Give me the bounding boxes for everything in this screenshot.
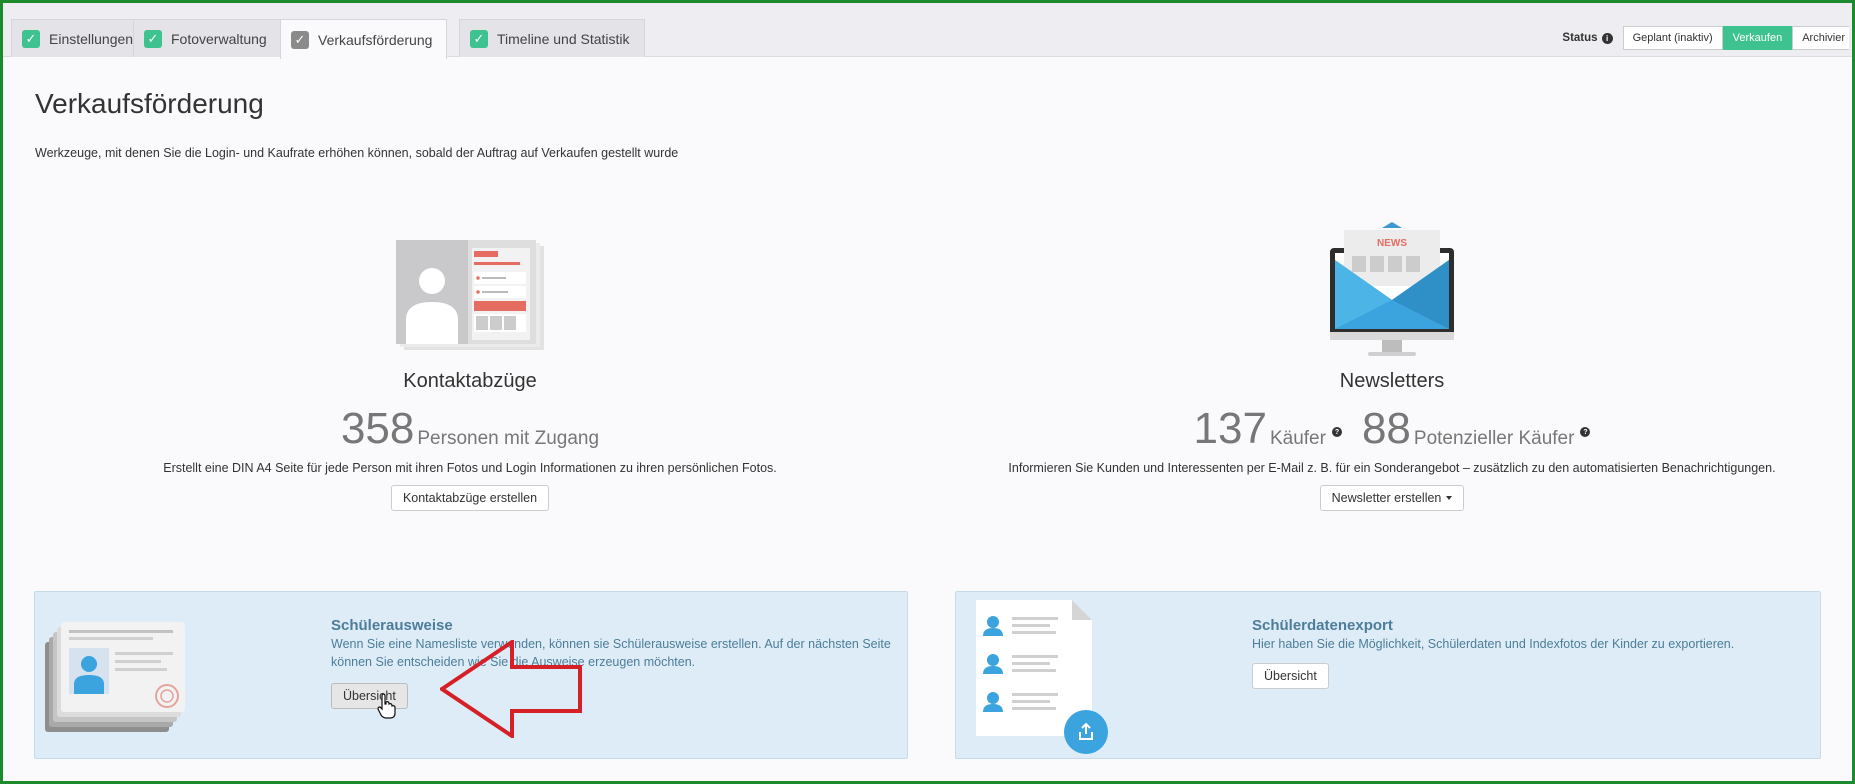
- tab-einstellungen[interactable]: ✓ Einstellungen: [11, 19, 149, 57]
- tab-bar: ✓ Einstellungen ✓ Fotoverwaltung ✓ Verka…: [3, 3, 1852, 59]
- kontaktabzuege-section: Kontaktabzüge 358 Personen mit Zugang Er…: [140, 370, 800, 511]
- newsletter-section: Newsletters 137 Käufer ? 88 Potenzieller…: [992, 370, 1792, 511]
- persons-label: Personen mit Zugang: [417, 428, 600, 449]
- tab-label: Timeline und Statistik: [497, 30, 630, 47]
- check-icon: ✓: [144, 29, 162, 48]
- tab-timeline-statistik[interactable]: ✓ Timeline und Statistik: [459, 19, 645, 57]
- schuelerdatenexport-text: Hier haben Sie die Möglichkeit, Schülerd…: [1252, 637, 1735, 651]
- check-icon: ✓: [22, 29, 40, 48]
- newsletter-monitor-illustration: NEWS: [1330, 222, 1454, 356]
- tab-label: Fotoverwaltung: [171, 30, 267, 47]
- id-cards-illustration: [45, 622, 185, 732]
- schuelerdatenexport-panel: Schülerdatenexport Hier haben Sie die Mö…: [955, 591, 1821, 759]
- page-title: Verkaufsförderung: [35, 88, 264, 119]
- share-icon[interactable]: [1064, 710, 1108, 754]
- tab-label: Verkaufsförderung: [318, 31, 433, 48]
- arrow-annotation: [440, 640, 582, 738]
- potential-count: 88: [1361, 404, 1411, 453]
- info-icon[interactable]: i: [1601, 32, 1613, 44]
- check-icon: ✓: [470, 29, 488, 48]
- status-verkaufen-button[interactable]: Verkaufen: [1722, 26, 1793, 50]
- schuelerdatenexport-title: Schülerdatenexport: [1252, 617, 1393, 634]
- caret-down-icon: [1446, 496, 1453, 500]
- status-geplant-button[interactable]: Geplant (inaktiv): [1622, 26, 1723, 50]
- kontakt-stats: 358 Personen mit Zugang: [140, 407, 800, 451]
- tab-fotoverwaltung[interactable]: ✓ Fotoverwaltung: [133, 19, 282, 57]
- tab-verkaufsfoerderung[interactable]: ✓ Verkaufsförderung: [280, 19, 448, 59]
- schuelerausweise-title: Schülerausweise: [331, 617, 453, 634]
- newsletter-stats: 137 Käufer ? 88 Potenzieller Käufer ?: [992, 407, 1792, 451]
- potential-label: Potenzieller Käufer: [1413, 428, 1575, 449]
- schuelerdatenexport-uebersicht-button[interactable]: Übersicht: [1252, 663, 1329, 689]
- buyers-count: 137: [1193, 404, 1267, 453]
- status-control: Status i Geplant (inaktiv) Verkaufen Arc…: [1562, 26, 1849, 50]
- contact-sheet-illustration: [396, 240, 544, 350]
- page-subtitle: Werkzeuge, mit denen Sie die Login- und …: [35, 146, 679, 160]
- hand-cursor-icon: [377, 693, 396, 719]
- newsletter-title: Newsletters: [1339, 370, 1445, 392]
- status-label: Status: [1562, 32, 1598, 44]
- buyers-label: Käufer: [1269, 428, 1326, 449]
- newsletter-button-label: Newsletter erstellen: [1331, 491, 1442, 505]
- news-badge: NEWS: [1377, 238, 1407, 249]
- question-icon[interactable]: ?: [1331, 427, 1342, 437]
- kontaktabzuege-title: Kontaktabzüge: [403, 370, 537, 392]
- status-archivieren-button[interactable]: Archivier: [1792, 26, 1849, 50]
- tab-label: Einstellungen: [49, 30, 134, 47]
- schuelerausweise-text: Wenn Sie eine Namesliste verwenden, könn…: [331, 637, 891, 669]
- newsletter-erstellen-dropdown[interactable]: Newsletter erstellen: [1319, 485, 1465, 511]
- newsletter-description: Informieren Sie Kunden und Interessenten…: [1008, 461, 1776, 475]
- check-icon: ✓: [291, 30, 309, 49]
- kontakt-description: Erstellt eine DIN A4 Seite für jede Pers…: [163, 461, 777, 475]
- kontaktabzuege-erstellen-button[interactable]: Kontaktabzüge erstellen: [390, 485, 550, 511]
- question-icon[interactable]: ?: [1580, 427, 1591, 437]
- persons-count: 358: [340, 404, 415, 453]
